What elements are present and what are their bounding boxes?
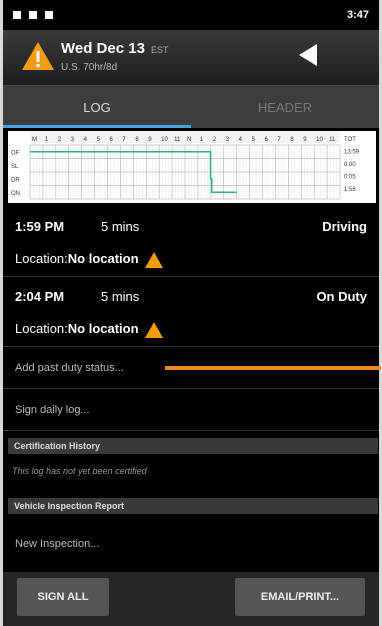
hour-tick-label: 10 [161, 137, 168, 143]
location-label: Location: [15, 320, 68, 336]
list-item[interactable]: 2:04 PM 5 mins On Duty Location: No loca… [3, 280, 379, 344]
clock: 3:47 [346, 9, 369, 21]
warning-icon [144, 252, 163, 268]
list-item[interactable]: 1:59 PM 5 mins Driving Location: No loca… [3, 210, 379, 274]
total-label: 0:05 [344, 175, 356, 181]
timezone: EST [150, 45, 169, 55]
status-bar: 3:47 [3, 0, 379, 30]
highlight-pointer [165, 366, 381, 370]
tab-bar: LOG HEADER [3, 86, 379, 128]
hour-tick-label: M [32, 137, 37, 143]
divider [3, 346, 379, 347]
certification-history-header: Certification History [8, 438, 378, 454]
total-label: 1:56 [344, 187, 356, 193]
cycle-rule: U.S. 70hr/8d [61, 62, 118, 73]
duty-graph-svg: M 1 2 3 4 5 6 7 8 9 10 11 N 1 2 3 4 5 6 7 8 9 10 11 TOT13:590:00… [11, 131, 360, 200]
hour-tick-label: 11 [329, 137, 336, 143]
location-value: No location [67, 320, 139, 336]
entry-time: 2:04 PM [15, 288, 65, 304]
duty-graph[interactable]: M 1 2 3 4 5 6 7 8 9 10 11 N 1 2 3 4 5 6 7 8 9 10 11 TOT 13:59 0:00… [8, 131, 376, 203]
sim-icon [29, 11, 37, 19]
warning-icon[interactable] [21, 40, 55, 72]
status-icons [13, 11, 53, 19]
warning-icon [144, 322, 163, 338]
entry-time: 1:59 PM [15, 218, 65, 234]
divider [3, 388, 379, 389]
hour-tick-label: 11 [174, 137, 181, 143]
status-row-label: DR [11, 177, 20, 183]
inspection-report-header: Vehicle Inspection Report [8, 498, 378, 514]
tab-header[interactable]: HEADER [191, 86, 379, 128]
status-right: 3:47 [347, 9, 369, 21]
footer-bar: SIGN ALL EMAIL/PRINT... [3, 572, 379, 626]
notification-icon [13, 11, 21, 19]
total-label: TOT [344, 137, 356, 143]
hour-tick-label: N [187, 137, 191, 143]
tab-log[interactable]: LOG [3, 86, 191, 128]
divider [3, 276, 379, 277]
back-arrow-icon[interactable] [299, 44, 317, 66]
log-date: Wed Dec 13 EST [61, 40, 168, 57]
entry-duration: 5 mins [101, 288, 140, 304]
entry-status: On Duty [316, 288, 367, 304]
status-row-label: OF [11, 150, 20, 156]
total-label: 0:00 [344, 162, 356, 168]
hour-tick-label: 10 [316, 137, 323, 143]
date-text: Wed Dec 13 [61, 40, 145, 57]
status-row-label: SL [11, 164, 19, 170]
entry-status: Driving [322, 218, 367, 234]
location-label: Location: [15, 250, 68, 266]
location-value: No location [67, 250, 139, 266]
email-print-button[interactable]: EMAIL/PRINT... [235, 578, 365, 616]
new-inspection-button[interactable]: New Inspection... [3, 524, 379, 564]
sign-daily-log-button[interactable]: Sign daily log... [3, 390, 379, 430]
app-header: Wed Dec 13 EST U.S. 70hr/8d [3, 30, 379, 86]
entry-duration: 5 mins [101, 218, 140, 234]
divider [3, 430, 379, 431]
sign-all-button[interactable]: SIGN ALL [17, 578, 109, 616]
battery-icon [45, 11, 53, 19]
total-label: 13:59 [344, 150, 360, 156]
certification-note: This log has not yet been certified [12, 466, 147, 476]
status-row-label: ON [11, 191, 20, 197]
